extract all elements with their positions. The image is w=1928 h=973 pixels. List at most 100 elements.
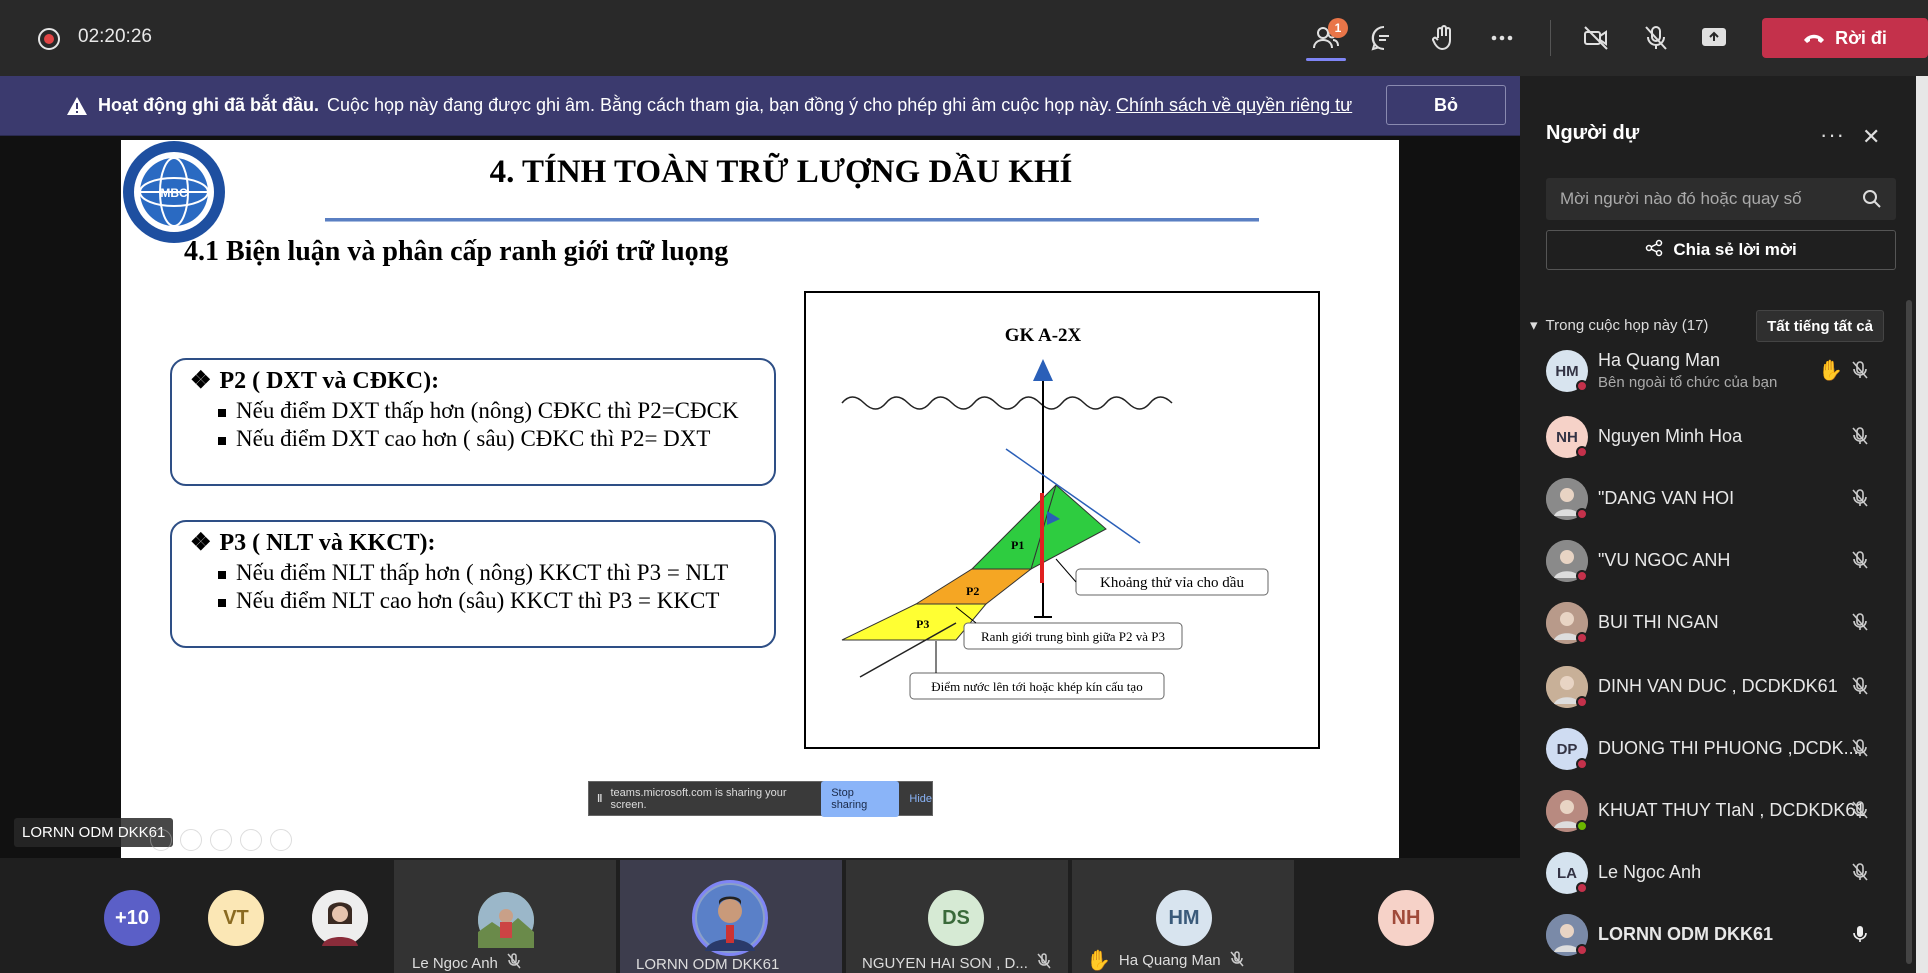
participant-row[interactable]: "VU NGOC ANH <box>1546 536 1906 588</box>
p2-label: P2 <box>966 584 979 598</box>
participant-name: "VU NGOC ANH <box>1598 550 1731 570</box>
video-tile-active-speaker[interactable]: LORNN ODM DKK61 <box>620 860 842 973</box>
more-options-icon[interactable]: ··· <box>1820 122 1845 148</box>
search-icon[interactable] <box>1862 189 1882 214</box>
participant-name: Nguyen Minh Hoa <box>1598 426 1743 446</box>
mic-off-icon[interactable] <box>1850 426 1870 451</box>
tile-name: NGUYEN HAI SON , D... <box>862 953 1052 973</box>
tile-name: ✋ Ha Quang Man <box>1086 948 1245 973</box>
camera-off-icon[interactable] <box>1576 18 1616 58</box>
title-underline <box>325 218 1259 222</box>
presentation-slide: MBC 4. TÍNH TOÀN TRỮ LƯỢNG DẦU KHÍ 4.1 B… <box>121 140 1399 858</box>
mic-off-icon[interactable] <box>1850 676 1870 701</box>
diamond-bullet-icon: ❖ <box>190 530 212 556</box>
slide-control-icon[interactable] <box>210 829 232 851</box>
share-screen-icon[interactable] <box>1694 18 1734 58</box>
hide-link[interactable]: Hide <box>909 793 932 805</box>
privacy-link[interactable]: Chính sách về quyền riêng tư <box>1116 95 1352 115</box>
mic-off-icon[interactable] <box>1850 488 1870 513</box>
avatar[interactable]: NH <box>1378 890 1434 946</box>
tile-name: Le Ngoc Anh <box>412 953 522 973</box>
mic-off-icon[interactable] <box>1850 612 1870 637</box>
participant-row[interactable]: LORNN ODM DKK61 <box>1546 910 1906 962</box>
p3-heading: ❖ P3 ( NLT và KKCT): <box>190 530 436 556</box>
presence-status-icon <box>1576 758 1588 770</box>
mic-off-icon[interactable] <box>1850 738 1870 763</box>
leave-button[interactable]: Rời đi <box>1762 18 1928 58</box>
mic-off-icon[interactable] <box>1850 550 1870 575</box>
slide-control-icon[interactable] <box>150 829 172 851</box>
slide-control-icon[interactable] <box>180 829 202 851</box>
avatar <box>478 892 534 948</box>
dismiss-button[interactable]: Bỏ <box>1386 85 1506 125</box>
participant-name: KHUAT THUY TIaN , DCDKDK61 <box>1598 800 1866 820</box>
screen-share-notice: ‖ teams.microsoft.com is sharing your sc… <box>588 780 933 817</box>
participant-row[interactable]: BUI THI NGAN <box>1546 598 1906 650</box>
participant-row[interactable]: NH Nguyen Minh Hoa <box>1546 412 1906 464</box>
participant-row[interactable]: DP DUONG THI PHUONG ,DCDK... <box>1546 724 1906 776</box>
presence-status-icon <box>1576 380 1588 392</box>
avatar[interactable]: VT <box>208 890 264 946</box>
tile-name: LORNN ODM DKK61 <box>636 956 780 973</box>
close-icon[interactable]: ✕ <box>1862 124 1880 150</box>
mic-off-icon[interactable] <box>1850 360 1870 385</box>
participant-row[interactable]: "DANG VAN HOI <box>1546 474 1906 526</box>
slide-control-icon[interactable] <box>240 829 262 851</box>
ground-surface <box>841 396 1173 410</box>
p3-item: Nếu điểm NLT thấp hơn ( nông) KKCT thì P… <box>190 559 756 587</box>
user-photo-icon <box>312 890 368 946</box>
people-badge: 1 <box>1328 18 1348 38</box>
video-tile[interactable]: DS NGUYEN HAI SON , D... <box>846 860 1068 973</box>
background-window-edge <box>1916 76 1928 973</box>
avatar[interactable] <box>312 890 368 946</box>
participant-row[interactable]: DINH VAN DUC , DCDKDK61 <box>1546 662 1906 714</box>
in-meeting-section[interactable]: ▾ Trong cuộc họp này (17) <box>1530 316 1708 335</box>
avatar: HM <box>1156 890 1212 946</box>
leave-label: Rời đi <box>1835 27 1887 48</box>
participant-row[interactable]: HM Ha Quang Man Bên ngoài tổ chức của bạn ✋ <box>1546 346 1906 398</box>
slide-controls <box>150 829 292 851</box>
video-tile[interactable]: Le Ngoc Anh <box>394 860 616 973</box>
mute-all-button[interactable]: Tất tiếng tất cả <box>1756 310 1884 342</box>
mic-off-icon <box>506 953 522 973</box>
chat-icon[interactable] <box>1364 18 1404 58</box>
reactions-icon[interactable] <box>1424 18 1464 58</box>
p3-label: P3 <box>916 617 929 631</box>
mic-off-icon[interactable] <box>1850 862 1870 887</box>
people-selected-indicator <box>1306 58 1346 61</box>
user-photo-icon <box>697 885 763 951</box>
mic-icon[interactable] <box>1850 924 1870 949</box>
raised-hand-icon: ✋ <box>1818 360 1843 382</box>
slide-subheading: 4.1 Biện luận và phân cấp ranh giới trữ … <box>184 236 729 267</box>
participant-row[interactable]: KHUAT THUY TIaN , DCDKDK61 <box>1546 786 1906 838</box>
overflow-participants[interactable]: +10 <box>104 890 160 946</box>
banner-title: Hoạt động ghi đã bắt đầu. <box>98 95 319 115</box>
raised-hand-icon: ✋ <box>1086 950 1111 972</box>
warning-icon <box>67 97 87 115</box>
mic-off-icon[interactable] <box>1636 18 1676 58</box>
mic-off-icon[interactable] <box>1850 800 1870 825</box>
stop-sharing-button[interactable]: Stop sharing <box>821 780 900 817</box>
panel-title: Người dự <box>1546 122 1640 144</box>
p1-label: P1 <box>1011 538 1024 552</box>
participant-name: DUONG THI PHUONG ,DCDK... <box>1598 738 1859 758</box>
boundary-label: Ranh giới trung bình giữa P2 và P3 <box>981 629 1165 644</box>
recording-icon <box>38 28 60 50</box>
panel-scrollbar[interactable] <box>1906 300 1912 964</box>
share-icon <box>1645 239 1663 262</box>
participant-row[interactable]: LA Le Ngoc Anh <box>1546 848 1906 900</box>
hangup-icon <box>1803 28 1825 49</box>
well-marker-icon <box>1033 359 1053 381</box>
slide-control-icon[interactable] <box>270 829 292 851</box>
more-actions-icon[interactable] <box>1482 18 1522 58</box>
p2-item: Nếu điểm DXT cao hơn ( sâu) CĐKC thì P2=… <box>190 425 756 453</box>
slide-title: 4. TÍNH TOÀN TRỮ LƯỢNG DẦU KHÍ <box>489 154 1073 190</box>
presence-status-icon <box>1576 820 1588 832</box>
invite-input[interactable]: Mời người nào đó hoặc quay số <box>1546 178 1896 220</box>
participant-name: DINH VAN DUC , DCDKDK61 <box>1598 676 1838 696</box>
presence-status-icon <box>1576 696 1588 708</box>
video-tile[interactable]: HM ✋ Ha Quang Man <box>1072 860 1294 973</box>
avatar: DS <box>928 890 984 946</box>
share-invite-button[interactable]: Chia sẻ lời mời <box>1546 230 1896 270</box>
p3-box: ❖ P3 ( NLT và KKCT): Nếu điểm NLT thấp hơ… <box>170 520 776 648</box>
